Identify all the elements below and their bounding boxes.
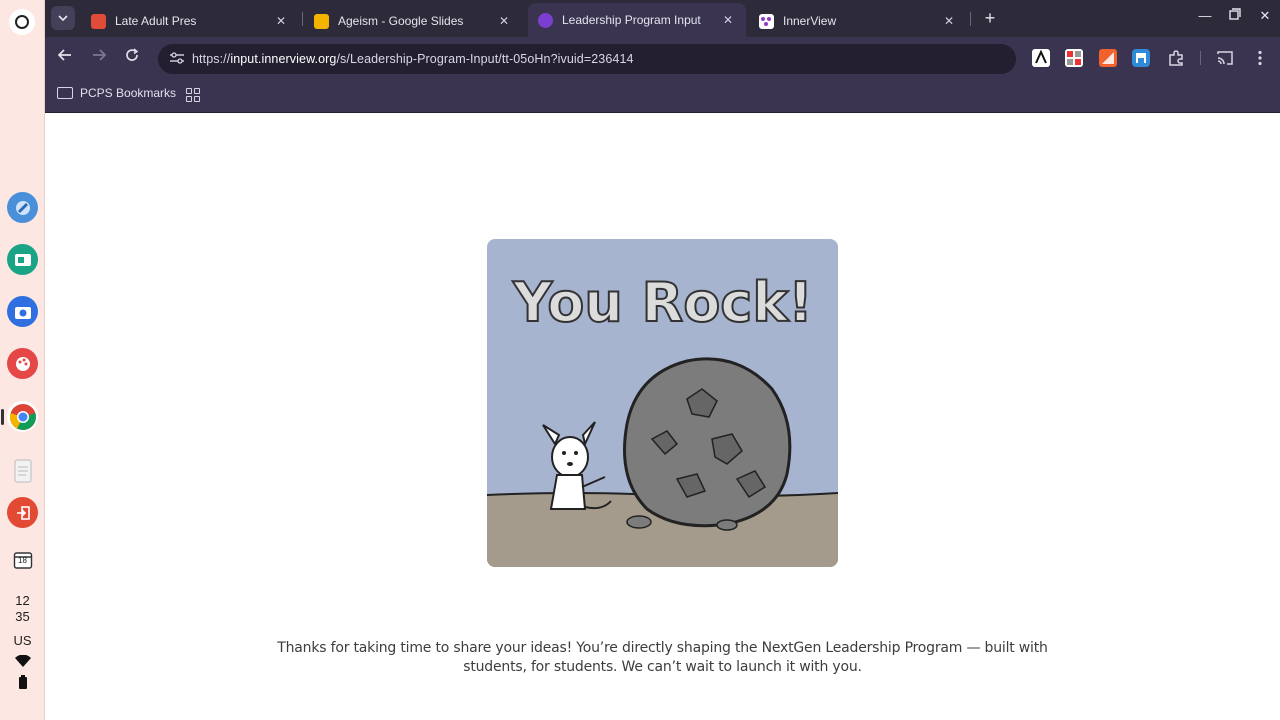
close-icon[interactable]: ✕ bbox=[720, 13, 736, 27]
apps-grid-icon[interactable] bbox=[186, 88, 200, 102]
bookmark-label: PCPS Bookmarks bbox=[80, 86, 177, 100]
restore-icon bbox=[1229, 8, 1241, 20]
arrow-right-icon bbox=[93, 49, 107, 61]
close-icon[interactable]: ✕ bbox=[273, 14, 289, 28]
sign-in-icon bbox=[16, 505, 30, 520]
app-palette[interactable] bbox=[7, 348, 38, 379]
close-window-button[interactable]: ✕ bbox=[1255, 8, 1275, 24]
tab-search-button[interactable] bbox=[51, 6, 75, 30]
palette-icon bbox=[15, 356, 30, 371]
bookmarks-bar: PCPS Bookmarks bbox=[45, 79, 1280, 113]
innerview-icon bbox=[538, 12, 553, 28]
reload-button[interactable] bbox=[122, 48, 142, 68]
minimize-button[interactable]: — bbox=[1195, 8, 1215, 23]
battery-icon bbox=[0, 675, 45, 693]
clock-minute: 35 bbox=[15, 609, 30, 624]
app-camera[interactable] bbox=[7, 296, 38, 327]
app-rocket[interactable] bbox=[7, 192, 38, 223]
innerview-icon bbox=[759, 13, 774, 29]
tab-favicon-icon bbox=[91, 13, 106, 29]
app-docs[interactable] bbox=[7, 455, 38, 486]
tab-title: InnerView bbox=[783, 14, 837, 28]
chrome-icon bbox=[9, 403, 36, 430]
forward-button[interactable] bbox=[89, 48, 109, 68]
tab-title: Ageism - Google Slides bbox=[338, 14, 464, 28]
tab-title: Late Adult Pres bbox=[115, 14, 197, 28]
launcher-button[interactable] bbox=[9, 9, 35, 35]
thank-you-line-2: students, for students. We can’t wait to… bbox=[463, 659, 862, 675]
extensions-puzzle-icon[interactable] bbox=[1167, 49, 1185, 67]
tab-ageism-slides[interactable]: Ageism - Google Slides ✕ bbox=[304, 5, 522, 37]
wifi-icon bbox=[0, 654, 45, 671]
app-classroom[interactable] bbox=[7, 244, 38, 275]
classroom-icon bbox=[14, 253, 31, 266]
document-icon bbox=[14, 459, 31, 482]
extension-save-icon[interactable] bbox=[1132, 49, 1150, 67]
you-rock-title: You Rock! bbox=[512, 271, 813, 334]
page-content: You Rock! Thanks for taking time to shar… bbox=[45, 113, 1280, 720]
reload-icon bbox=[126, 48, 139, 61]
close-icon[interactable]: ✕ bbox=[941, 14, 957, 28]
arrow-left-icon bbox=[57, 49, 71, 61]
url-scheme: https:// bbox=[192, 52, 231, 66]
site-settings-icon[interactable] bbox=[162, 51, 192, 67]
url-host: input.innerview.org bbox=[230, 52, 337, 66]
tab-strip: Late Adult Pres ✕ Ageism - Google Slides… bbox=[45, 0, 1280, 37]
tab-innerview[interactable]: InnerView ✕ bbox=[749, 5, 967, 37]
toolbar-separator bbox=[1200, 51, 1201, 65]
tab-separator bbox=[302, 12, 303, 26]
thank-you-message: Thanks for taking time to share your ide… bbox=[265, 639, 1060, 677]
url-path: /s/Leadership-Program-Input/tt-05oHn?ivu… bbox=[336, 52, 634, 66]
clock-hour: 12 bbox=[15, 593, 30, 608]
active-app-indicator bbox=[1, 409, 4, 425]
app-calendar[interactable]: 18 bbox=[7, 544, 38, 575]
app-chrome[interactable] bbox=[7, 401, 38, 432]
tab-leadership-program-input[interactable]: Leadership Program Input ✕ bbox=[528, 3, 746, 37]
camera-icon bbox=[14, 306, 31, 319]
close-icon[interactable]: ✕ bbox=[496, 14, 512, 28]
rocket-icon bbox=[15, 200, 30, 215]
bookmark-folder-pcps[interactable]: PCPS Bookmarks bbox=[57, 86, 176, 100]
browser-toolbar: https://input.innerview.org/s/Leadership… bbox=[45, 37, 1280, 79]
extension-orange-icon[interactable] bbox=[1099, 49, 1117, 67]
new-tab-button[interactable]: + bbox=[980, 8, 1000, 28]
address-bar[interactable]: https://input.innerview.org/s/Leadership… bbox=[158, 44, 1016, 74]
status-tray[interactable]: 12 35 US bbox=[0, 593, 45, 693]
tab-late-adult-pres[interactable]: Late Adult Pres ✕ bbox=[81, 5, 299, 37]
chevron-down-icon bbox=[58, 15, 68, 21]
os-shelf: 18 12 35 US bbox=[0, 0, 45, 720]
launcher-icon bbox=[15, 15, 29, 29]
app-exit[interactable] bbox=[7, 497, 38, 528]
more-menu-icon[interactable] bbox=[1251, 49, 1269, 67]
tab-separator bbox=[970, 12, 971, 26]
keyboard-layout: US bbox=[13, 633, 32, 648]
extension-grid-icon[interactable] bbox=[1065, 49, 1083, 67]
back-button[interactable] bbox=[55, 48, 75, 68]
calendar-day: 18 bbox=[18, 556, 27, 565]
folder-icon bbox=[57, 87, 73, 99]
thank-you-line-1: Thanks for taking time to share your ide… bbox=[277, 640, 1048, 656]
you-rock-illustration: You Rock! bbox=[487, 239, 838, 567]
url-text: https://input.innerview.org/s/Leadership… bbox=[192, 52, 634, 66]
extension-a-icon[interactable] bbox=[1032, 49, 1050, 67]
restore-button[interactable] bbox=[1225, 8, 1245, 23]
cast-icon[interactable] bbox=[1216, 49, 1234, 67]
tab-title: Leadership Program Input bbox=[562, 13, 701, 27]
slides-icon bbox=[314, 13, 329, 29]
